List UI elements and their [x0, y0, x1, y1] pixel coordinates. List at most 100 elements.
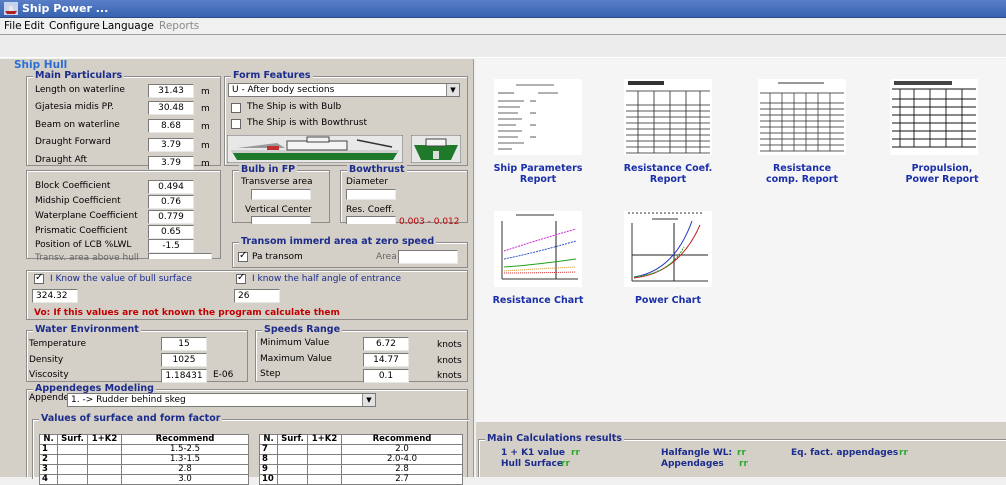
transom-group: Transom immerd area at zero speed Pa tra… — [232, 236, 468, 268]
midship-coefficient-label: Midship Coefficient — [35, 196, 121, 206]
appendage-table-right: N. Surf. 1+K2 Recommend 7 2.0 8 2.0-4.0 92… — [259, 434, 463, 485]
resistance-comp-report-thumbnail[interactable] — [758, 79, 846, 155]
surf-cell[interactable] — [277, 464, 308, 475]
k2-cell[interactable] — [87, 474, 122, 485]
surf-cell[interactable] — [57, 454, 88, 465]
menu-file[interactable]: File — [4, 20, 22, 32]
propulsion-power-report-link[interactable]: Propulsion, Power Report — [890, 163, 994, 185]
ship-front-view-image — [411, 135, 461, 163]
midship-coefficient-field[interactable]: 0.76 — [148, 195, 194, 209]
table-row[interactable]: 7 2.0 — [259, 444, 463, 455]
k2-cell[interactable] — [87, 444, 122, 455]
vertical-center-label: Vertical Center — [245, 205, 312, 215]
draught-aft-field[interactable]: 3.79 — [148, 156, 194, 170]
chevron-down-icon[interactable]: ▼ — [362, 394, 375, 406]
bull-surface-checkbox[interactable] — [34, 272, 44, 284]
table-row[interactable]: 8 2.0-4.0 — [259, 454, 463, 465]
density-field[interactable]: 1025 — [161, 353, 207, 367]
menu-reports[interactable]: Reports — [159, 20, 199, 32]
surf-cell[interactable] — [277, 444, 308, 455]
k2-cell[interactable] — [307, 464, 342, 475]
menu-bar: File Edit Configure Language Reports — [0, 18, 1006, 34]
transom-area-field[interactable] — [398, 250, 458, 264]
table-row[interactable]: 9 2.8 — [259, 464, 463, 475]
viscosity-label: Viscosity — [29, 370, 69, 380]
diameter-field[interactable] — [346, 189, 396, 200]
report-label-line1: Resistance Coef. — [623, 163, 713, 174]
transverse-area-field[interactable] — [251, 189, 311, 200]
coefficients-group: Block Coefficient 0.494 Midship Coeffici… — [26, 170, 221, 263]
bull-surface-label: I Know the value of bull surface — [50, 274, 193, 284]
table-row[interactable]: 1 1.5-2.5 — [39, 444, 249, 455]
max-speed-field[interactable]: 14.77 — [363, 353, 409, 367]
bull-surface-field[interactable]: 324.32 — [32, 289, 78, 303]
beam-label: Beam on waterline — [35, 120, 120, 130]
water-environment-group: Water Environment Temperature 15 Density… — [26, 324, 248, 383]
bulb-checkbox[interactable] — [231, 103, 241, 113]
block-coefficient-field[interactable]: 0.494 — [148, 180, 194, 194]
temperature-field[interactable]: 15 — [161, 337, 207, 351]
surf-cell[interactable] — [57, 474, 88, 485]
pa-transom-checkbox[interactable] — [238, 250, 248, 262]
res-coeff-field[interactable] — [346, 216, 396, 224]
ship-hull-panel: Ship Hull Main Particulars Length on wat… — [0, 59, 474, 485]
resistance-coef-report-link[interactable]: Resistance Coef. Report — [616, 163, 720, 185]
transom-area-label: Area — [376, 252, 397, 262]
half-angle-checkbox[interactable] — [236, 272, 246, 284]
ship-parameters-report-thumbnail[interactable] — [494, 79, 582, 155]
surf-cell[interactable] — [277, 454, 308, 465]
table-row[interactable]: 4 3.0 — [39, 474, 249, 485]
eq-fact-value: rr — [899, 448, 908, 458]
power-chart-thumbnail[interactable] — [624, 211, 712, 287]
k1-label: 1 + K1 value — [501, 448, 565, 458]
after-body-section-select[interactable]: U - After body sections ▼ — [228, 83, 460, 97]
beam-field[interactable]: 8.68 — [148, 119, 194, 133]
ship-parameters-report-link[interactable]: Ship Parameters Report — [486, 163, 590, 185]
k2-cell[interactable] — [307, 454, 342, 465]
menu-edit[interactable]: Edit — [24, 20, 44, 32]
surf-cell[interactable] — [277, 474, 308, 485]
k2-cell[interactable] — [87, 454, 122, 465]
k2-cell[interactable] — [307, 444, 342, 455]
table-row[interactable]: 10 2.7 — [259, 474, 463, 485]
surf-cell[interactable] — [57, 444, 88, 455]
prismatic-coefficient-field[interactable]: 0.65 — [148, 225, 194, 239]
half-angle-label: I know the half angle of entrance — [252, 274, 402, 284]
table-row[interactable]: 3 2.8 — [39, 464, 249, 475]
propulsion-power-report-thumbnail[interactable] — [890, 79, 978, 155]
report-label-line1: Ship Parameters — [493, 163, 583, 174]
transv-area-field[interactable] — [148, 253, 212, 259]
k2-cell[interactable] — [307, 474, 342, 485]
viscosity-unit: E-06 — [213, 370, 234, 380]
bowthrust-check-label: The Ship is with Bowthrust — [247, 118, 367, 128]
col-n: N. — [259, 434, 278, 445]
resistance-coef-report-thumbnail[interactable] — [624, 79, 712, 155]
waterplane-coefficient-field[interactable]: 0.779 — [148, 210, 194, 224]
length-waterline-field[interactable]: 31.43 — [148, 84, 194, 98]
table-row[interactable]: 2 1.3-1.5 — [39, 454, 249, 465]
power-chart-link[interactable]: Power Chart — [616, 295, 720, 306]
min-speed-field[interactable]: 6.72 — [363, 337, 409, 351]
resistance-chart-link[interactable]: Resistance Chart — [486, 295, 590, 306]
appendage-select[interactable]: 1. -> Rudder behind skeg ▼ — [67, 393, 376, 407]
recommend-cell: 2.8 — [341, 464, 463, 475]
step-field[interactable]: 0.1 — [363, 369, 409, 383]
half-angle-field[interactable]: 26 — [234, 289, 280, 303]
menu-configure[interactable]: Configure — [49, 20, 100, 32]
length-pp-field[interactable]: 30.48 — [148, 101, 194, 115]
menu-language[interactable]: Language — [102, 20, 154, 32]
halfangle-label: Halfangle WL: — [661, 448, 733, 458]
col-n: N. — [39, 434, 58, 445]
bowthrust-checkbox[interactable] — [231, 119, 241, 129]
lcb-position-field[interactable]: -1.5 — [148, 239, 194, 253]
main-results-title: Main Calculations results — [485, 433, 624, 444]
draught-forward-field[interactable]: 3.79 — [148, 138, 194, 152]
resistance-comp-report-link[interactable]: Resistance comp. Report — [750, 163, 854, 185]
surf-cell[interactable] — [57, 464, 88, 475]
chevron-down-icon[interactable]: ▼ — [446, 84, 459, 96]
k2-cell[interactable] — [87, 464, 122, 475]
recommend-cell: 1.5-2.5 — [121, 444, 249, 455]
vertical-center-field[interactable] — [251, 216, 311, 224]
resistance-chart-thumbnail[interactable] — [494, 211, 582, 287]
viscosity-field[interactable]: 1.18431 — [161, 369, 207, 383]
